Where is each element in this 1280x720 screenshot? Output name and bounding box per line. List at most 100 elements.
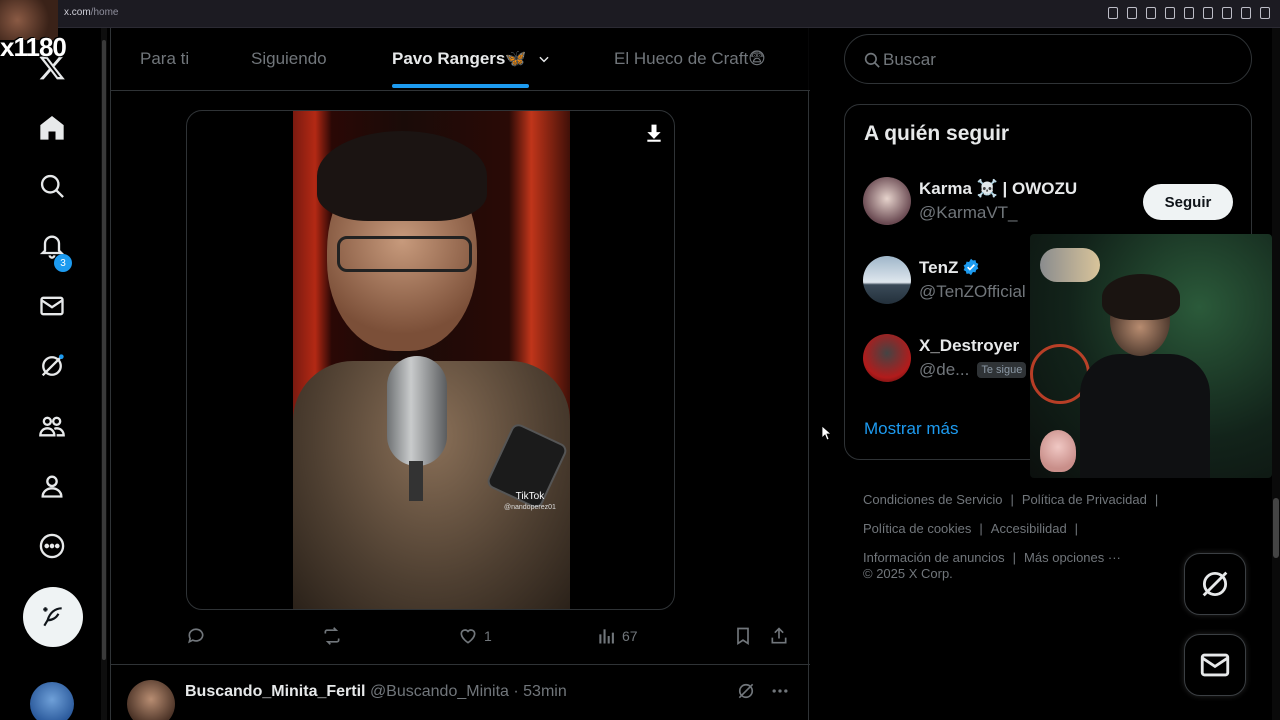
follow-button[interactable]: Seguir — [1143, 184, 1233, 220]
compose-post-button[interactable] — [23, 587, 83, 647]
url-host: x.com — [64, 7, 91, 18]
tab-el-hueco-de-craft[interactable]: El Hueco de Craft😨 — [614, 49, 766, 69]
tiktok-watermark-brand: TikTok — [515, 491, 545, 502]
like-count: 1 — [484, 628, 492, 644]
bookmark-icon[interactable] — [1146, 7, 1156, 19]
video-person-hair — [317, 131, 487, 221]
footer-link-terms[interactable]: Condiciones de Servicio — [863, 492, 1002, 507]
messages-floating-button[interactable] — [1184, 634, 1246, 696]
more-icon[interactable] — [36, 530, 68, 562]
webcam-person — [1080, 274, 1210, 478]
suggested-user-name[interactable]: TenZ — [919, 258, 980, 278]
footer-link-more-options[interactable]: Más opciones ··· — [1024, 550, 1121, 565]
suggested-user-name[interactable]: Karma ☠️ | OWOZU — [919, 179, 1077, 199]
footer-links: Condiciones de Servicio | Política de Priv… — [863, 492, 1159, 565]
webcam-person-body — [1080, 354, 1210, 478]
repost-icon — [324, 627, 340, 645]
search-icon — [864, 52, 880, 68]
shield-icon[interactable] — [1165, 7, 1175, 19]
bookmark-icon — [737, 627, 749, 646]
views-button[interactable]: 67 — [596, 626, 638, 646]
next-post-header: Buscando_Minita_Fertil @Buscando_Minita … — [185, 683, 567, 700]
webcam-person-hair — [1102, 274, 1180, 320]
zoom-icon[interactable] — [1108, 7, 1118, 19]
more-options-icon[interactable] — [770, 681, 790, 701]
search-field[interactable] — [844, 34, 1252, 84]
timeline-column: Para ti Siguiendo Pavo Rangers🦋 El Hueco… — [110, 28, 810, 720]
sidebar-scrollbar-thumb[interactable] — [102, 40, 106, 660]
next-post[interactable]: Buscando_Minita_Fertil @Buscando_Minita … — [111, 664, 810, 720]
page-scrollbar[interactable] — [1272, 28, 1280, 720]
footer-link-cookies[interactable]: Política de cookies — [863, 521, 971, 536]
tiktok-watermark: TikTok @nandoperez01 — [504, 491, 556, 513]
active-tab-indicator — [392, 84, 529, 88]
video-person-glasses — [337, 236, 472, 272]
puzzle-icon[interactable] — [1222, 7, 1232, 19]
repost-button[interactable] — [322, 626, 342, 646]
address-bar[interactable]: x.com/home — [64, 7, 118, 18]
reply-button[interactable] — [186, 626, 206, 646]
like-button[interactable]: 1 — [458, 626, 492, 646]
grok-icon[interactable] — [36, 350, 68, 382]
grok-icon — [1202, 571, 1228, 597]
next-post-icons — [736, 681, 790, 701]
footer-link-ads-info[interactable]: Información de anuncios — [863, 550, 1005, 565]
download-icon[interactable] — [1241, 7, 1251, 19]
share-button[interactable] — [769, 626, 789, 646]
post-action-bar: 1 67 — [186, 626, 796, 650]
notifications-badge: 3 — [54, 254, 72, 272]
tab-siguiendo[interactable]: Siguiendo — [251, 49, 327, 69]
menu-icon[interactable] — [1260, 7, 1270, 19]
next-post-avatar[interactable] — [127, 680, 175, 720]
stream-overlay-label: x1180 — [0, 32, 67, 62]
grok-floating-button[interactable] — [1184, 553, 1246, 615]
next-post-handle[interactable]: @Buscando_Minita — [370, 683, 509, 700]
page-scrollbar-thumb[interactable] — [1273, 498, 1279, 558]
communities-icon[interactable] — [36, 410, 68, 442]
suggested-user-avatar[interactable] — [863, 256, 911, 304]
search-icon[interactable] — [36, 170, 68, 202]
account-avatar[interactable] — [30, 682, 74, 720]
tab-para-ti[interactable]: Para ti — [140, 49, 189, 69]
footer-link-accessibility[interactable]: Accesibilidad — [991, 521, 1067, 536]
home-icon[interactable] — [36, 112, 68, 144]
video-microphone-stem — [409, 461, 423, 501]
post-video[interactable]: TikTok @nandoperez01 — [186, 110, 675, 610]
next-post-time[interactable]: 53min — [523, 683, 567, 700]
tab-pavo-rangers[interactable]: Pavo Rangers🦋 — [392, 49, 527, 69]
profile-icon[interactable] — [36, 470, 68, 502]
search-input[interactable] — [883, 47, 1223, 73]
bookmark-button[interactable] — [733, 626, 753, 646]
browser-toolbar: x.com/home — [0, 0, 1280, 28]
views-chart-icon — [599, 629, 614, 644]
show-more-link[interactable]: Mostrar más — [864, 419, 958, 439]
share-icon — [771, 627, 787, 644]
play-icon[interactable] — [1184, 7, 1194, 19]
verified-badge-icon — [964, 258, 979, 276]
copyright: © 2025 X Corp. — [863, 566, 953, 581]
extension-icon[interactable] — [1127, 7, 1137, 19]
heart-icon[interactable] — [1203, 7, 1213, 19]
footer-link-privacy[interactable]: Política de Privacidad — [1022, 492, 1147, 507]
grok-icon[interactable] — [736, 681, 756, 701]
suggested-user-avatar[interactable] — [863, 334, 911, 382]
suggested-user-handle: @KarmaVT_ — [919, 203, 1018, 222]
suggested-user-name[interactable]: X_Destroyer — [919, 336, 1019, 356]
who-to-follow-title: A quién seguir — [864, 122, 1010, 145]
mouse-cursor-icon — [822, 426, 832, 440]
feather-icon — [43, 607, 62, 627]
tiktok-watermark-handle: @nandoperez01 — [504, 504, 556, 511]
follows-you-badge: Te sigue — [977, 362, 1027, 378]
suggested-user-avatar[interactable] — [863, 177, 911, 225]
url-path: /home — [90, 7, 119, 18]
chevron-down-icon[interactable] — [537, 52, 551, 66]
timeline-tabs: Para ti Siguiendo Pavo Rangers🦋 El Hueco… — [111, 28, 810, 91]
suggested-user-name-text: TenZ — [919, 258, 959, 277]
mail-icon[interactable] — [36, 290, 68, 322]
stream-mascot-sticker — [1040, 430, 1076, 472]
video-microphone — [387, 356, 447, 466]
mail-icon — [1200, 653, 1230, 677]
next-post-author-name[interactable]: Buscando_Minita_Fertil — [185, 683, 365, 700]
reply-icon — [188, 628, 204, 644]
download-arrow-icon[interactable] — [644, 123, 664, 143]
